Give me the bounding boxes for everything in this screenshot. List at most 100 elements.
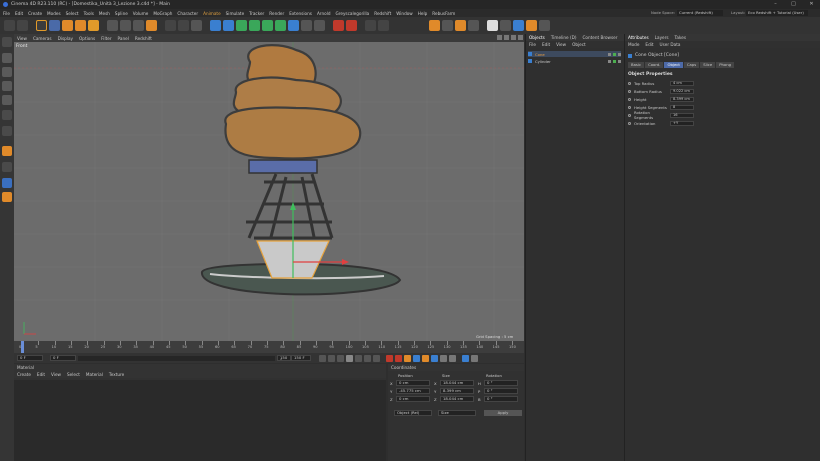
attribute-menu-edit[interactable]: Edit [645, 42, 653, 47]
object-tab-1[interactable]: Timeline (D) [551, 35, 577, 40]
coordinate-rot-field[interactable]: 0 ° [484, 396, 518, 402]
model-mode-icon[interactable] [2, 37, 12, 47]
attribute-tab-takes[interactable]: Takes [675, 35, 686, 40]
visibility-dot-icon[interactable] [608, 59, 611, 63]
menu-extensions[interactable]: Extensions [289, 11, 312, 16]
cloner-icon[interactable] [249, 20, 260, 31]
goto-start-icon[interactable] [319, 354, 326, 362]
menu-edit[interactable]: Edit [15, 11, 23, 16]
coordinate-system-icon[interactable] [146, 20, 157, 31]
material-list[interactable] [14, 380, 386, 461]
property-value-field[interactable]: 4 cm [670, 80, 694, 86]
menu-tracker[interactable]: Tracker [249, 11, 264, 16]
plugin-icon-1[interactable] [429, 20, 440, 31]
size-mode-select[interactable]: Size [438, 410, 476, 416]
prev-frame-icon[interactable] [337, 354, 344, 362]
menu-create[interactable]: Create [28, 11, 42, 16]
rotate-icon[interactable] [75, 20, 86, 31]
frame-range-slider[interactable] [78, 355, 275, 361]
autokey-icon[interactable] [395, 354, 402, 362]
subtab-object[interactable]: Object [664, 62, 683, 68]
object-menu-object[interactable]: Object [572, 42, 586, 47]
coordinate-pos-field[interactable]: 0 cm [396, 380, 430, 386]
menu-greyscalegorilla[interactable]: Greyscalegorilla [336, 11, 370, 16]
undo-icon[interactable] [4, 20, 15, 31]
viewport-menu-panel[interactable]: Panel [118, 36, 129, 41]
texture-mode-icon[interactable] [2, 53, 12, 63]
visibility-dot-icon[interactable] [608, 52, 611, 56]
param-key-icon[interactable] [440, 354, 447, 362]
object-menu-edit[interactable]: Edit [542, 42, 550, 47]
end-frame-field[interactable]: 150 F [277, 355, 291, 361]
viewport-menu-options[interactable]: Options [79, 36, 95, 41]
viewport-menu-redshift[interactable]: Redshift [135, 36, 152, 41]
rotate-view-icon[interactable] [511, 35, 516, 40]
coordinate-pos-field[interactable]: -45.775 cm [396, 388, 430, 394]
object-tab-2[interactable]: Content Browser [582, 35, 617, 40]
maximize-button[interactable]: □ [785, 0, 802, 9]
render-view-icon[interactable] [165, 20, 176, 31]
arrow-left-icon[interactable] [365, 20, 376, 31]
toggle-view-icon[interactable] [518, 35, 523, 40]
motion-clip-icon[interactable] [462, 354, 469, 362]
pen-icon[interactable] [223, 20, 234, 31]
plugin-icon-5[interactable] [487, 20, 498, 31]
menu-mesh[interactable]: Mesh [99, 11, 110, 16]
play-icon[interactable] [346, 354, 353, 362]
cube-icon[interactable] [210, 20, 221, 31]
menu-redshift[interactable]: Redshift [374, 11, 391, 16]
render-picture-viewer-icon[interactable] [178, 20, 189, 31]
viewport-menu-view[interactable]: View [17, 36, 27, 41]
object-list-item[interactable]: Cone [528, 51, 621, 57]
next-frame-icon[interactable] [355, 354, 362, 362]
redo-icon[interactable] [17, 20, 28, 31]
plugin-icon-3[interactable] [455, 20, 466, 31]
z-axis-icon[interactable] [133, 20, 144, 31]
material-menu-view[interactable]: View [51, 372, 61, 377]
workplane-icon[interactable] [2, 146, 12, 156]
x-axis-icon[interactable] [107, 20, 118, 31]
move-view-icon[interactable] [497, 35, 502, 40]
subtab-caps[interactable]: Caps [683, 62, 700, 68]
keyframe-dot-icon[interactable] [628, 105, 631, 109]
viewport-menu-cameras[interactable]: Cameras [33, 36, 52, 41]
coordinate-pos-field[interactable]: 0 cm [396, 396, 430, 402]
keyframe-dot-icon[interactable] [628, 113, 631, 117]
material-menu-select[interactable]: Select [67, 372, 80, 377]
scale-icon[interactable] [62, 20, 73, 31]
subtab-basic[interactable]: Basic [628, 62, 645, 68]
pla-key-icon[interactable] [449, 354, 456, 362]
object-tab-0[interactable]: Objects [529, 35, 545, 40]
arrow-right-icon[interactable] [378, 20, 389, 31]
object-menu-file[interactable]: File [529, 42, 536, 47]
plugin-icon-8[interactable] [526, 20, 537, 31]
menu-character[interactable]: Character [177, 11, 198, 16]
attribute-menu-user-data[interactable]: User Data [660, 42, 681, 47]
attribute-tab-attributes[interactable]: Attributes [628, 35, 649, 40]
position-key-icon[interactable] [413, 354, 420, 362]
menu-modes[interactable]: Modes [47, 11, 61, 16]
render-settings-icon[interactable] [191, 20, 202, 31]
goto-end-icon[interactable] [373, 354, 380, 362]
coordinate-rot-field[interactable]: 0 ° [484, 380, 518, 386]
menu-animate[interactable]: Animate [203, 11, 221, 16]
light-icon[interactable] [314, 20, 325, 31]
coordinate-rot-field[interactable]: 0 ° [484, 388, 518, 394]
menu-volume[interactable]: Volume [133, 11, 149, 16]
rotation-key-icon[interactable] [431, 354, 438, 362]
plugin-icon-7[interactable] [513, 20, 524, 31]
redshift-ipr-icon[interactable] [346, 20, 357, 31]
property-value-field[interactable]: +Y [670, 120, 694, 126]
viewport-menu-display[interactable]: Display [58, 36, 73, 41]
coordinate-mode-select[interactable]: Object (Rel) [394, 410, 432, 416]
property-value-field[interactable]: 8.399 cm [670, 96, 694, 102]
minimize-button[interactable]: – [767, 0, 784, 9]
check-icon[interactable] [613, 59, 616, 63]
zoom-view-icon[interactable] [504, 35, 509, 40]
tweak-mode-icon[interactable] [2, 192, 12, 202]
lock-workplane-icon[interactable] [2, 178, 12, 188]
field-icon[interactable] [275, 20, 286, 31]
menu-render[interactable]: Render [269, 11, 284, 16]
keyframe-selection-icon[interactable] [404, 354, 411, 362]
live-selection-icon[interactable] [36, 20, 47, 31]
